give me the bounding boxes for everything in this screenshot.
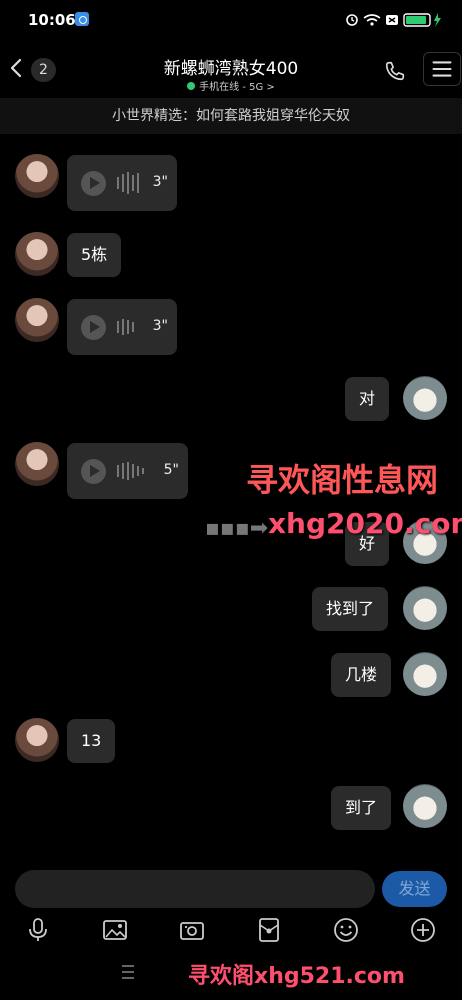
chat-header: 2 新螺蛳湾熟女400 手机在线 - 5G > [0, 40, 462, 98]
online-dot-icon [187, 82, 196, 90]
send-button[interactable]: 发送 [382, 871, 447, 907]
nav-menu-icon[interactable] [121, 962, 135, 982]
watermark-text: 寻欢阁性息网 [246, 461, 439, 499]
message-bubble[interactable]: 对 [345, 377, 390, 421]
message-bubble[interactable]: 几楼 [331, 653, 392, 697]
app-notification-icon [75, 12, 89, 26]
voice-duration: 3" [152, 318, 168, 334]
online-status-text: 手机在线 - 5G > [199, 82, 275, 93]
featured-banner[interactable]: 小世界精选：如何套路我姐穿华伦天奴 [0, 98, 462, 134]
message-bubble[interactable]: 13 [67, 719, 116, 763]
status-bar: 10:06 [0, 0, 462, 40]
waveform-icon [117, 172, 142, 196]
waveform-icon [117, 316, 137, 340]
voice-message[interactable]: 3" [67, 299, 177, 355]
status-icons [346, 13, 441, 27]
voice-duration: 5" [163, 462, 179, 478]
my-avatar[interactable] [403, 586, 447, 630]
input-toolbar [0, 913, 462, 947]
voice-message[interactable]: 3" [67, 155, 177, 211]
contact-avatar[interactable] [15, 154, 59, 198]
watermark-arrow-icon: ▪▪▪➡ [205, 516, 269, 541]
contact-avatar[interactable] [15, 298, 59, 342]
message-bubble[interactable]: 5栋 [67, 233, 122, 277]
message-bubble[interactable]: 到了 [331, 786, 392, 830]
camera-icon[interactable] [179, 917, 205, 943]
status-time: 10:06 [28, 11, 76, 29]
contact-avatar[interactable] [15, 718, 59, 762]
input-bar: 发送 [0, 868, 462, 910]
waveform-icon [117, 460, 147, 484]
my-avatar[interactable] [403, 652, 447, 696]
message-bubble[interactable]: 找到了 [312, 587, 389, 631]
play-icon[interactable] [81, 315, 106, 340]
play-icon[interactable] [81, 171, 106, 196]
plus-icon[interactable] [410, 917, 436, 943]
watermark-url: xhg2020.com [268, 507, 462, 540]
bottom-watermark: 寻欢阁xhg521.com [188, 964, 405, 989]
message-input[interactable] [15, 870, 375, 908]
contact-avatar[interactable] [15, 232, 59, 276]
my-avatar[interactable] [403, 376, 447, 420]
play-icon[interactable] [81, 459, 106, 484]
emoji-icon[interactable] [333, 917, 359, 943]
contact-avatar[interactable] [15, 442, 59, 486]
voice-duration: 3" [152, 174, 168, 190]
red-packet-icon[interactable] [256, 917, 282, 943]
image-icon[interactable] [102, 917, 128, 943]
my-avatar[interactable] [403, 784, 447, 828]
phone-icon[interactable] [384, 60, 406, 82]
voice-message[interactable]: 5" [67, 443, 188, 499]
menu-icon[interactable] [423, 52, 461, 86]
microphone-icon[interactable] [25, 917, 51, 943]
